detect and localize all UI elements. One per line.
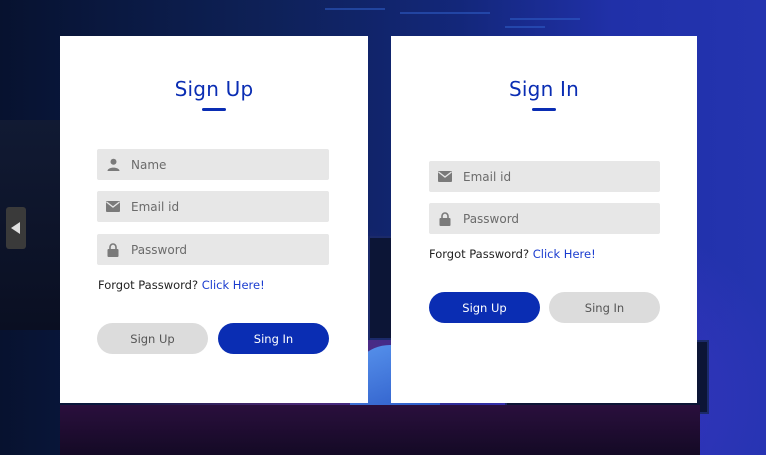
background-code-line [510,18,580,20]
signup-card: Sign Up Forgot Password? Click Here! Sig… [60,36,368,403]
signup-card-signin-button[interactable]: Sing In [218,323,329,354]
signin-title-underline [532,108,556,111]
signup-title-underline [202,108,226,111]
background-desk [60,405,700,455]
envelope-icon [106,200,120,214]
signup-password-field[interactable] [97,234,329,265]
signin-email-field[interactable] [429,161,660,192]
background-code-line [505,26,545,28]
signin-forgot-text: Forgot Password? [429,247,530,261]
signin-card-signin-button[interactable]: Sing In [549,292,660,323]
lock-icon [438,211,452,226]
signup-card-signup-button[interactable]: Sign Up [97,323,208,354]
signin-email-input[interactable] [461,168,660,185]
signup-email-field[interactable] [97,191,329,222]
signin-forgot-password: Forgot Password? Click Here! [429,247,596,261]
envelope-icon [438,170,452,184]
chevron-left-icon [11,222,20,234]
signin-forgot-link[interactable]: Click Here! [533,247,596,261]
background-code-line [325,8,385,10]
signup-forgot-password: Forgot Password? Click Here! [98,278,265,292]
signin-card: Sign In Forgot Password? Click Here! Sig… [391,36,697,403]
user-icon [106,158,120,172]
signup-name-input[interactable] [129,156,329,173]
signin-password-field[interactable] [429,203,660,234]
signup-title: Sign Up [174,77,254,101]
signup-name-field[interactable] [97,149,329,180]
signin-card-signup-button[interactable]: Sign Up [429,292,540,323]
slider-prev-button[interactable] [6,207,26,249]
background-code-line [400,12,490,14]
signup-forgot-link[interactable]: Click Here! [202,278,265,292]
signup-email-input[interactable] [129,198,329,215]
signin-password-input[interactable] [461,210,660,227]
lock-icon [106,242,120,257]
signin-title: Sign In [509,77,579,101]
signup-forgot-text: Forgot Password? [98,278,199,292]
signup-password-input[interactable] [129,241,329,258]
